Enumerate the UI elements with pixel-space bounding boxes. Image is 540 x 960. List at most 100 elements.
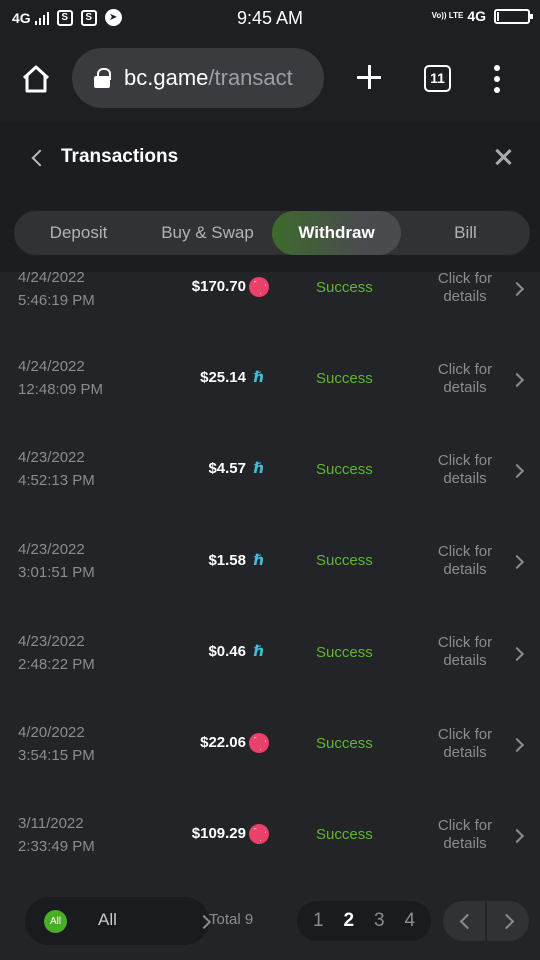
tron-coin-icon: [249, 733, 269, 753]
transaction-date: 3/11/2022: [18, 815, 84, 832]
network-type-right: 4G: [467, 8, 486, 24]
status-badge: Success: [316, 279, 373, 296]
details-link[interactable]: Click for details: [424, 361, 506, 397]
chevron-right-icon[interactable]: [512, 282, 524, 294]
list-item[interactable]: 4/24/2022 5:46:19 PM $170.70 Success Clic…: [0, 272, 540, 336]
transaction-amount: $0.46: [208, 643, 246, 660]
transaction-amount: $109.29: [191, 825, 246, 842]
transaction-datetime: 4/24/2022 12:48:09 PM: [18, 355, 103, 401]
transaction-datetime: 4/23/2022 4:52:13 PM: [18, 446, 95, 492]
list-item[interactable]: 4/23/2022 2:48:22 PM $0.46 ℏ Success Clic…: [0, 609, 540, 700]
total-count: Total 9: [209, 911, 254, 928]
status-badge: Success: [316, 826, 373, 843]
currency-filter-dropdown[interactable]: All All: [25, 897, 209, 945]
transaction-time: 3:01:51 PM: [18, 564, 95, 581]
page-navigation: [443, 901, 529, 941]
page-4[interactable]: 4: [404, 910, 415, 932]
chevron-right-icon[interactable]: [512, 464, 524, 476]
prev-page-icon[interactable]: [443, 901, 487, 941]
status-badge: Success: [316, 461, 373, 478]
transaction-amount: $1.58: [208, 552, 246, 569]
hbar-coin-icon: ℏ: [253, 369, 265, 386]
pagination-footer: All All Total 9 1 2 3 4: [0, 884, 540, 960]
page-1[interactable]: 1: [313, 910, 324, 932]
transaction-datetime: 3/11/2022 2:33:49 PM: [18, 812, 95, 858]
details-link[interactable]: Click for details: [424, 726, 506, 762]
filter-label: All: [98, 910, 117, 929]
volte-indicator: Vo)) LTE: [431, 11, 464, 20]
details-link[interactable]: Click for details: [424, 452, 506, 488]
hbar-coin-icon: ℏ: [253, 460, 265, 477]
tab-bill[interactable]: Bill: [401, 211, 530, 255]
transaction-datetime: 4/24/2022 5:46:19 PM: [18, 272, 95, 312]
page-numbers: 1 2 3 4: [297, 901, 431, 941]
transaction-date: 4/24/2022: [18, 272, 85, 286]
transaction-datetime: 4/20/2022 3:54:15 PM: [18, 721, 95, 767]
list-item[interactable]: 4/24/2022 12:48:09 PM $25.14 ℏ Success Cl…: [0, 336, 540, 427]
list-item[interactable]: 4/20/2022 3:54:15 PM $22.06 Success Click…: [0, 700, 540, 791]
transaction-time: 2:33:49 PM: [18, 838, 95, 855]
transaction-datetime: 4/23/2022 3:01:51 PM: [18, 538, 95, 584]
url-path: /transact: [208, 65, 293, 90]
transaction-date: 4/23/2022: [18, 449, 85, 466]
transaction-amount: $22.06: [200, 734, 246, 751]
tab-switcher-button[interactable]: 11: [424, 65, 451, 92]
next-page-icon[interactable]: [487, 901, 529, 941]
transaction-amount: $4.57: [208, 460, 246, 477]
transaction-date: 4/23/2022: [18, 541, 85, 558]
status-badge: Success: [316, 552, 373, 569]
tab-deposit[interactable]: Deposit: [14, 211, 143, 255]
status-badge: Success: [316, 370, 373, 387]
chevron-right-icon[interactable]: [512, 738, 524, 750]
transaction-type-tabs: Deposit Buy & Swap Withdraw Bill: [14, 211, 530, 255]
url-host: bc.game: [124, 65, 209, 90]
page-3[interactable]: 3: [374, 910, 385, 932]
list-item[interactable]: 4/23/2022 4:52:13 PM $4.57 ℏ Success Clic…: [0, 427, 540, 518]
details-link[interactable]: Click for details: [424, 817, 506, 853]
transaction-date: 4/20/2022: [18, 724, 85, 741]
list-item[interactable]: 3/11/2022 2:33:49 PM $109.29 Success Clic…: [0, 791, 540, 882]
status-bar: 4G S S ➤ 9:45 AM Vo)) LTE 4G: [0, 0, 540, 36]
hbar-coin-icon: ℏ: [253, 643, 265, 660]
chevron-right-icon[interactable]: [512, 555, 524, 567]
address-bar[interactable]: bc.game/transact: [72, 48, 324, 108]
hbar-coin-icon: ℏ: [253, 552, 265, 569]
transaction-amount: $170.70: [191, 278, 246, 295]
page-title: Transactions: [61, 146, 179, 167]
chevron-right-icon: [199, 915, 209, 927]
battery-icon: [494, 8, 533, 24]
details-link[interactable]: Click for details: [424, 543, 506, 579]
back-icon[interactable]: [28, 149, 48, 169]
tron-coin-icon: [249, 824, 269, 844]
transaction-time: 2:48:22 PM: [18, 656, 95, 673]
status-badge: Success: [316, 735, 373, 752]
close-icon[interactable]: [493, 147, 513, 167]
chevron-right-icon[interactable]: [512, 647, 524, 659]
transaction-amount: $25.14: [200, 369, 246, 386]
transaction-time: 5:46:19 PM: [18, 292, 95, 309]
transaction-time: 4:52:13 PM: [18, 472, 95, 489]
list-item[interactable]: 4/23/2022 3:01:51 PM $1.58 ℏ Success Clic…: [0, 518, 540, 609]
tab-withdraw[interactable]: Withdraw: [272, 211, 401, 255]
transaction-list: 4/24/2022 5:46:19 PM $170.70 Success Clic…: [0, 272, 540, 884]
transactions-header: Transactions Deposit Buy & Swap Withdraw…: [0, 122, 540, 272]
lock-icon: [94, 68, 111, 88]
more-menu-icon[interactable]: [494, 65, 502, 93]
chevron-right-icon[interactable]: [512, 373, 524, 385]
transaction-datetime: 4/23/2022 2:48:22 PM: [18, 630, 95, 676]
status-right: Vo)) LTE 4G: [431, 8, 533, 24]
transaction-time: 12:48:09 PM: [18, 381, 104, 398]
transaction-date: 4/23/2022: [18, 633, 85, 650]
details-link[interactable]: Click for details: [424, 272, 506, 306]
page-2-current[interactable]: 2: [343, 910, 354, 932]
home-icon[interactable]: [20, 63, 52, 95]
transaction-time: 3:54:15 PM: [18, 747, 95, 764]
tron-coin-icon: [249, 277, 269, 297]
all-currencies-badge: All: [44, 910, 67, 933]
new-tab-icon[interactable]: [352, 60, 386, 94]
tab-buy-swap[interactable]: Buy & Swap: [143, 211, 272, 255]
url-text: bc.game/transact: [124, 65, 293, 91]
chevron-right-icon[interactable]: [512, 829, 524, 841]
details-link[interactable]: Click for details: [424, 634, 506, 670]
transaction-date: 4/24/2022: [18, 358, 85, 375]
